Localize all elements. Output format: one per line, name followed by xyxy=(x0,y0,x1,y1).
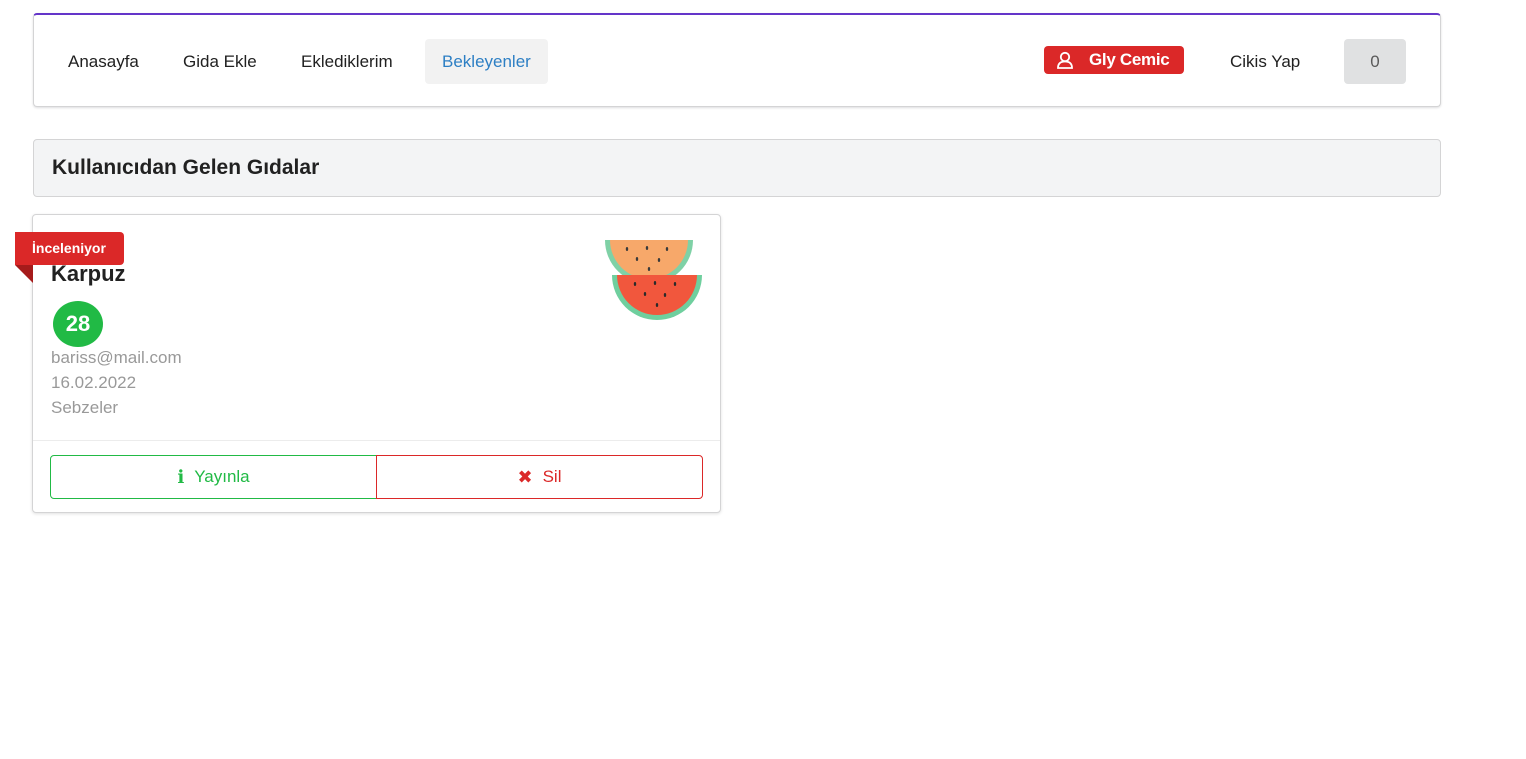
delete-label: Sil xyxy=(542,467,562,486)
delete-button[interactable]: ✖ Sil xyxy=(376,455,703,499)
info-icon: ℹ xyxy=(177,466,185,487)
close-icon: ✖ xyxy=(517,466,533,487)
food-title: Karpuz xyxy=(51,261,126,286)
top-navbar: Anasayfa Gida Ekle Eklediklerim Bekleyen… xyxy=(33,13,1441,107)
watermelon-icon xyxy=(605,240,702,320)
logout-link[interactable]: Cikis Yap xyxy=(1213,39,1317,84)
section-header: Kullanıcıdan Gelen Gıdalar xyxy=(33,139,1441,197)
nav-item-bekleyenler[interactable]: Bekleyenler xyxy=(425,39,548,84)
nav-item-anasayfa[interactable]: Anasayfa xyxy=(51,39,156,84)
nav-item-eklediklerim[interactable]: Eklediklerim xyxy=(284,39,410,84)
user-icon xyxy=(1057,51,1073,69)
counter-button[interactable]: 0 xyxy=(1344,39,1406,84)
card-divider xyxy=(33,440,720,441)
publish-label: Yayınla xyxy=(194,467,250,486)
user-badge: Gly Cemic xyxy=(1044,46,1184,74)
food-category: Sebzeler xyxy=(51,398,119,417)
submitter-email: bariss@mail.com xyxy=(51,348,182,367)
nav-item-gida-ekle[interactable]: Gida Ekle xyxy=(166,39,274,84)
ribbon-fold xyxy=(15,265,33,283)
user-name: Gly Cemic xyxy=(1089,50,1170,69)
food-card: İnceleniyor Karpuz 28 bariss@mail.com 16… xyxy=(15,214,721,513)
score-badge: 28 xyxy=(53,301,103,347)
publish-button[interactable]: ℹ Yayınla xyxy=(50,455,377,499)
submission-date: 16.02.2022 xyxy=(51,373,137,392)
